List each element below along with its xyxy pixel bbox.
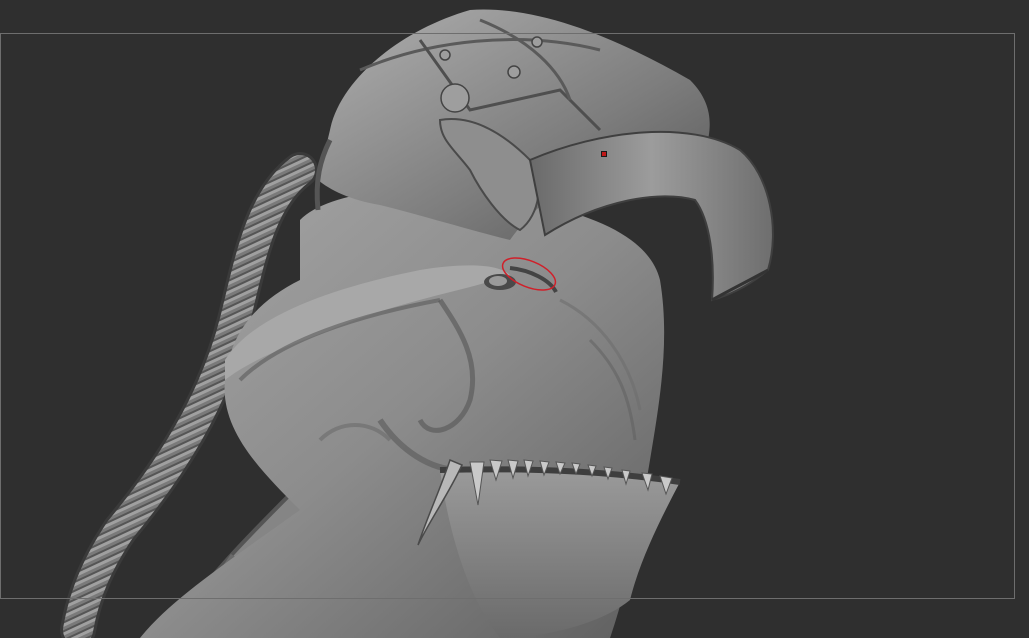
sculpt-model[interactable] — [0, 0, 1029, 638]
pivot-point-icon — [601, 151, 607, 157]
sculpt-viewport[interactable] — [0, 0, 1029, 638]
